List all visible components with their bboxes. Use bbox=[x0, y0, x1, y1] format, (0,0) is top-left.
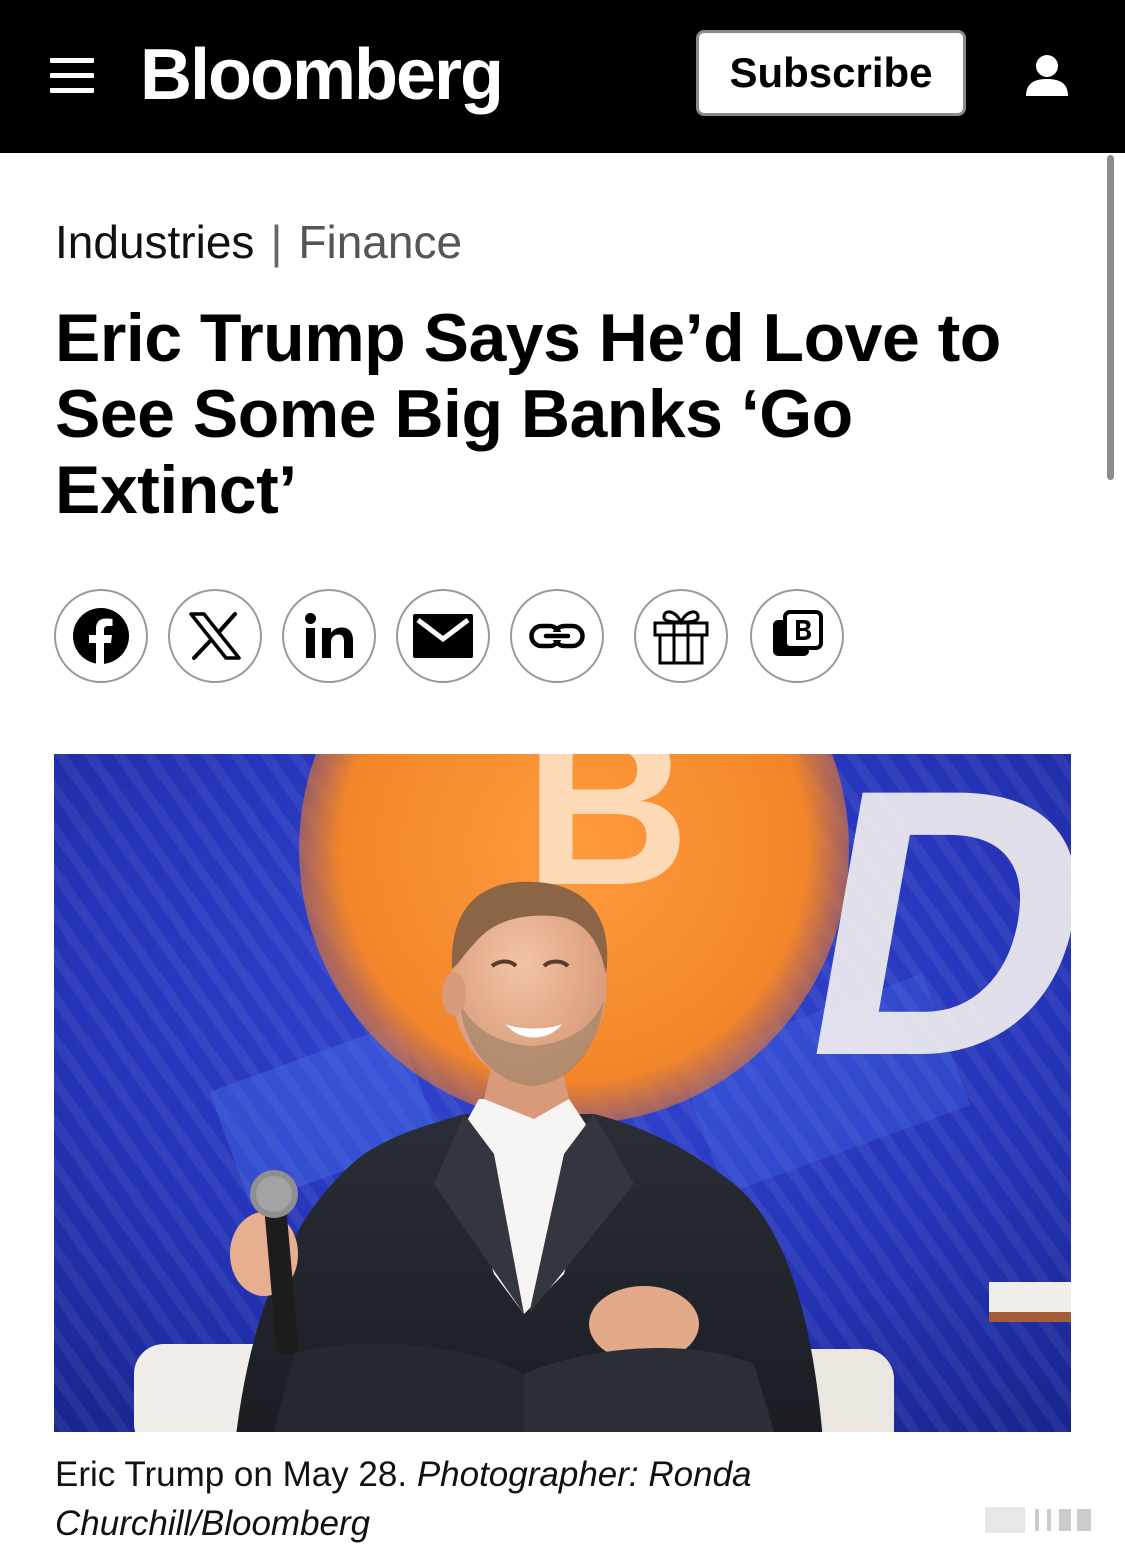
menu-icon[interactable] bbox=[50, 58, 94, 94]
user-account-icon[interactable] bbox=[1022, 54, 1072, 98]
photo-caption: Eric Trump on May 28. Photographer: Rond… bbox=[55, 1450, 955, 1548]
breadcrumb-finance[interactable]: Finance bbox=[298, 216, 462, 268]
link-icon bbox=[529, 623, 585, 649]
facebook-icon bbox=[73, 608, 129, 665]
copy-link-button[interactable] bbox=[510, 589, 604, 683]
watermark-logo bbox=[985, 1507, 1091, 1533]
linkedin-icon bbox=[305, 613, 353, 658]
bloomberg-app-icon bbox=[773, 610, 823, 656]
share-facebook-button[interactable] bbox=[54, 589, 148, 683]
breadcrumb: Industries | Finance bbox=[55, 212, 462, 272]
subscribe-button[interactable]: Subscribe bbox=[696, 30, 966, 116]
photo-eric-trump-on-stage: B D bbox=[54, 754, 1071, 1432]
article-photo: B D bbox=[54, 754, 1071, 1432]
bloomberg-logo[interactable]: Bloomberg bbox=[140, 30, 504, 120]
breadcrumb-separator: | bbox=[270, 216, 283, 268]
share-linkedin-button[interactable] bbox=[282, 589, 376, 683]
x-icon bbox=[189, 612, 241, 660]
share-email-button[interactable] bbox=[396, 589, 490, 683]
breadcrumb-industries[interactable]: Industries bbox=[55, 216, 254, 268]
gift-article-button[interactable] bbox=[634, 589, 728, 683]
share-x-button[interactable] bbox=[168, 589, 262, 683]
gift-icon bbox=[653, 610, 709, 665]
email-icon bbox=[413, 614, 473, 658]
top-navigation-bar: Bloomberg Subscribe bbox=[0, 0, 1125, 153]
bloomberg-app-button[interactable] bbox=[750, 589, 844, 683]
scrollbar[interactable] bbox=[1107, 155, 1114, 480]
caption-text: Eric Trump on May 28. bbox=[55, 1455, 408, 1494]
article-headline: Eric Trump Says He’d Love to See Some Bi… bbox=[55, 300, 1001, 528]
